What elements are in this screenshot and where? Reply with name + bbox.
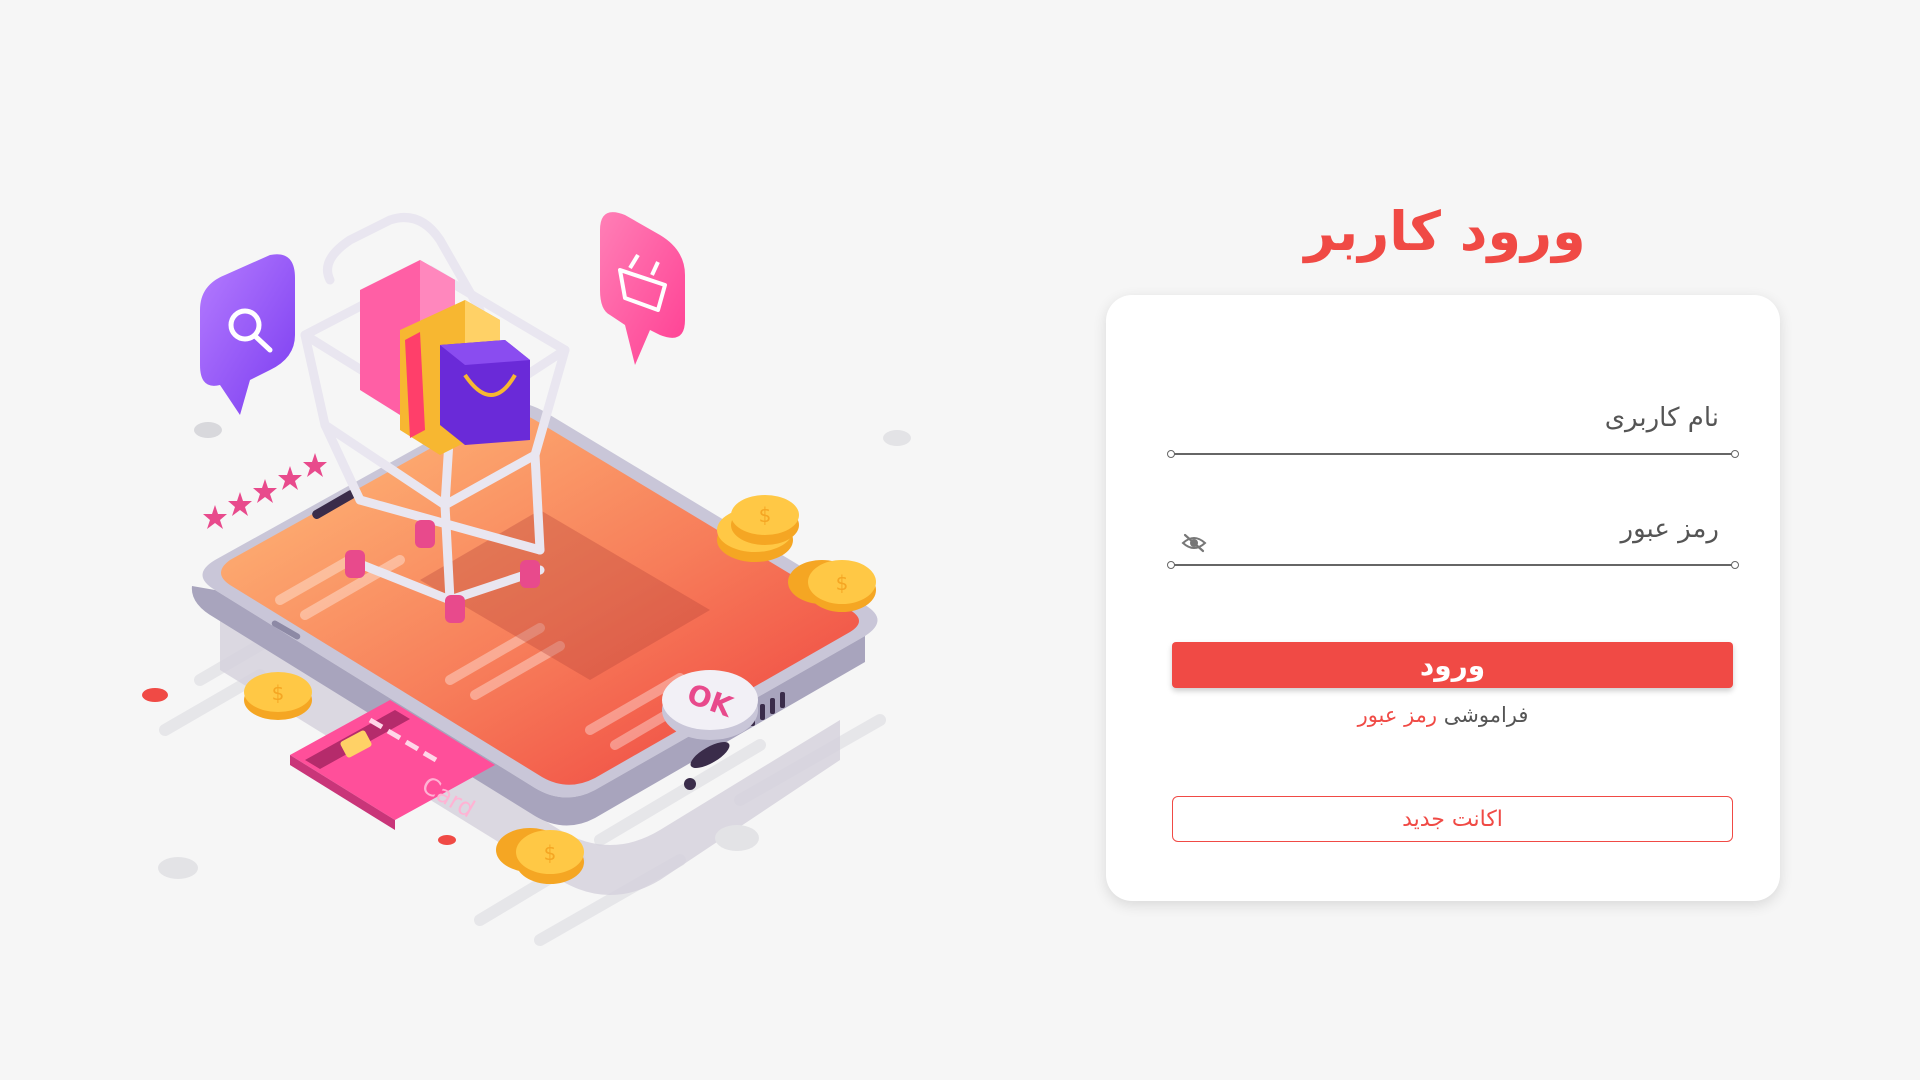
login-card: نام کاربری رمز عبور ورود فراموشی رمز عبو… (1106, 295, 1780, 901)
ok-badge: OK (662, 670, 758, 740)
underline-dot (1731, 561, 1739, 569)
password-underline (1171, 564, 1735, 566)
decor-dot (883, 430, 911, 446)
password-label: رمز عبور (1620, 514, 1719, 544)
login-button[interactable]: ورود (1172, 642, 1733, 688)
username-underline (1171, 453, 1735, 455)
page-title: ورود کاربر (1304, 200, 1586, 263)
shopping-bags (360, 260, 530, 455)
decor-dot (158, 857, 198, 879)
search-bubble (194, 254, 295, 438)
coin-symbol: $ (759, 503, 772, 527)
decor-dot (438, 835, 456, 845)
decor-dot (715, 825, 759, 851)
underline-dot (1167, 450, 1175, 458)
decor-dot (142, 688, 168, 702)
coin-symbol: $ (544, 841, 557, 865)
forgot-prefix: فراموشی (1443, 703, 1529, 727)
shopping-illustration: $ $ $ $ OK Card (142, 212, 911, 946)
basket-bubble (600, 212, 685, 365)
underline-dot (1731, 450, 1739, 458)
coin-symbol: $ (836, 571, 849, 595)
username-label: نام کاربری (1604, 403, 1719, 433)
forgot-password: فراموشی رمز عبور (1106, 703, 1780, 727)
forgot-password-link[interactable]: رمز عبور (1358, 703, 1438, 727)
password-field[interactable]: رمز عبور (1167, 506, 1739, 569)
coin-symbol: $ (272, 681, 285, 705)
underline-dot (1167, 561, 1175, 569)
new-account-button[interactable]: اکانت جدید (1172, 796, 1733, 842)
eye-off-icon[interactable] (1181, 532, 1207, 554)
username-field[interactable]: نام کاربری (1167, 395, 1739, 458)
